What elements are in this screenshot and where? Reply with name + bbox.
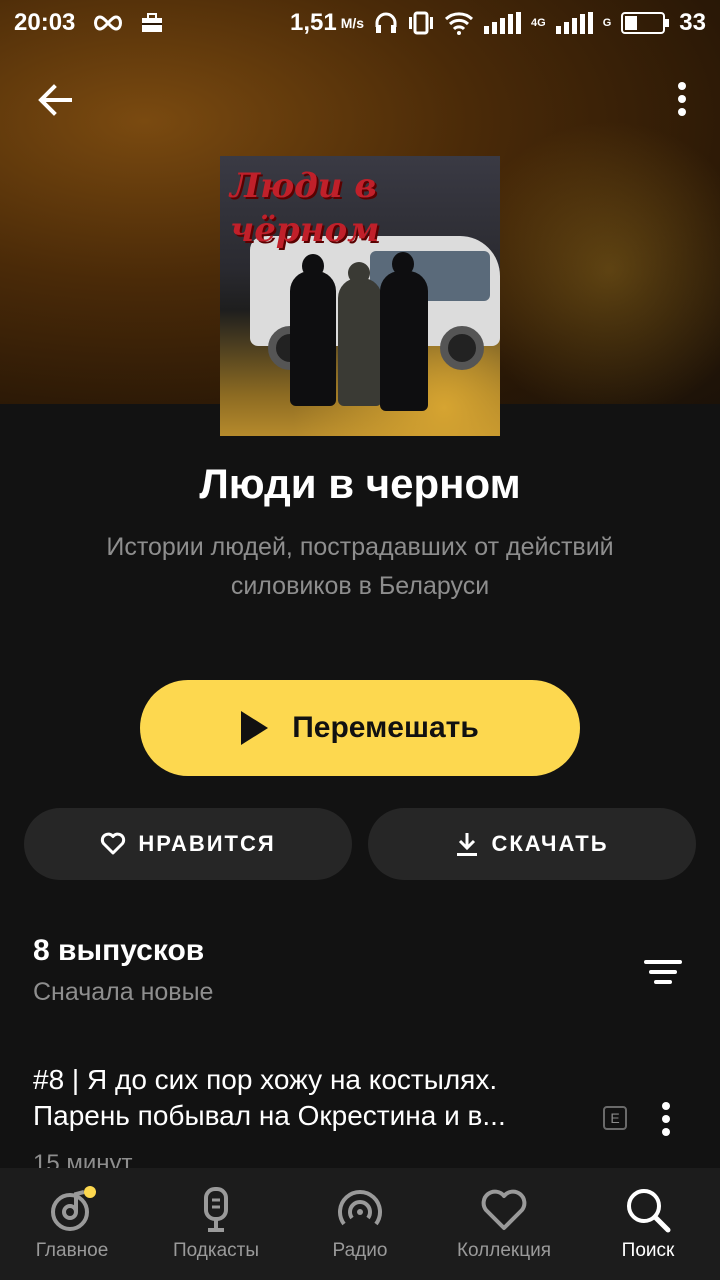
wifi-icon <box>445 12 474 35</box>
episode-more-icon[interactable] <box>656 1100 676 1138</box>
nav-label-home: Главное <box>35 1240 109 1261</box>
battery-icon <box>621 12 670 34</box>
episode-title-line-1: #8 | Я до сих пор хожу на костылях. <box>33 1064 498 1095</box>
cover-figure-2-head <box>348 262 370 284</box>
status-speed: 1,51 <box>289 9 337 36</box>
cover-figure-1-head <box>302 254 324 278</box>
headphones-icon <box>375 12 397 33</box>
status-time: 20:03 <box>14 9 76 36</box>
nav-item-radio[interactable]: Радио <box>288 1168 432 1280</box>
nav-item-collection[interactable]: Коллекция <box>432 1168 576 1280</box>
play-icon <box>241 711 269 745</box>
episode-title-line-2: Парень побывал на Окрестина и в... <box>33 1100 506 1131</box>
nav-item-search[interactable]: Поиск <box>576 1168 720 1280</box>
vibrate-icon <box>409 11 434 35</box>
cover-wheel-2 <box>440 326 484 370</box>
cover-figure-3 <box>380 271 428 411</box>
nav-item-podcasts[interactable]: Подкасты <box>144 1168 288 1280</box>
cover-figure-1 <box>290 271 336 406</box>
radio-icon <box>338 1190 382 1226</box>
podcast-title: Люди в черном <box>199 460 521 507</box>
microphone-icon <box>204 1187 228 1232</box>
more-options-icon[interactable] <box>672 80 692 120</box>
heart-icon <box>101 832 126 855</box>
download-label: СКАЧАТЬ <box>491 831 609 856</box>
bottom-navigation: Главное Подкасты Радио Коллекция Поиск <box>0 1168 720 1280</box>
like-label: НРАВИТСЯ <box>138 831 276 856</box>
episodes-count: 8 выпусков <box>33 934 205 967</box>
network-g-label: G <box>602 17 612 29</box>
heart-icon <box>481 1189 527 1230</box>
nav-label-collection: Коллекция <box>456 1240 552 1261</box>
battery-level: 33 <box>679 9 706 36</box>
back-arrow-icon[interactable] <box>30 80 80 120</box>
download-button[interactable]: СКАЧАТЬ <box>368 808 696 880</box>
shuffle-button[interactable]: Перемешать <box>140 680 580 776</box>
top-app-bar <box>0 70 720 130</box>
search-icon <box>627 1189 671 1233</box>
explicit-badge: E <box>603 1106 627 1130</box>
signal-icon-2 <box>555 12 593 34</box>
nav-label-radio: Радио <box>332 1240 388 1261</box>
infinity-icon <box>94 15 123 31</box>
signal-icon <box>484 12 522 34</box>
nav-label-search: Поиск <box>621 1240 675 1261</box>
episode-item[interactable]: #8 | Я до сих пор хожу на костылях. Паре… <box>33 1062 573 1134</box>
status-speed-unit: M/s <box>340 15 365 31</box>
nav-label-podcasts: Подкасты <box>172 1240 260 1261</box>
notification-dot <box>84 1186 96 1198</box>
nav-item-home[interactable]: Главное <box>0 1168 144 1280</box>
like-button[interactable]: НРАВИТСЯ <box>24 808 352 880</box>
cover-figure-3-head <box>392 252 414 276</box>
sort-order-label[interactable]: Сначала новые <box>33 978 213 1007</box>
network-4g-label: 4G <box>531 17 546 29</box>
briefcase-icon <box>142 13 163 32</box>
download-icon <box>457 833 478 856</box>
cover-title-art: Люди в чёрном <box>230 166 380 250</box>
status-bar: 20:03 1,51 M/s 4G G 33 <box>0 0 720 46</box>
podcast-description: Истории людей, пострадавших от действий … <box>106 533 614 600</box>
podcast-cover: Люди в чёрном <box>220 156 500 436</box>
sort-filter-icon[interactable] <box>644 956 684 988</box>
shuffle-label: Перемешать <box>292 711 479 744</box>
cover-figure-2 <box>338 278 382 406</box>
